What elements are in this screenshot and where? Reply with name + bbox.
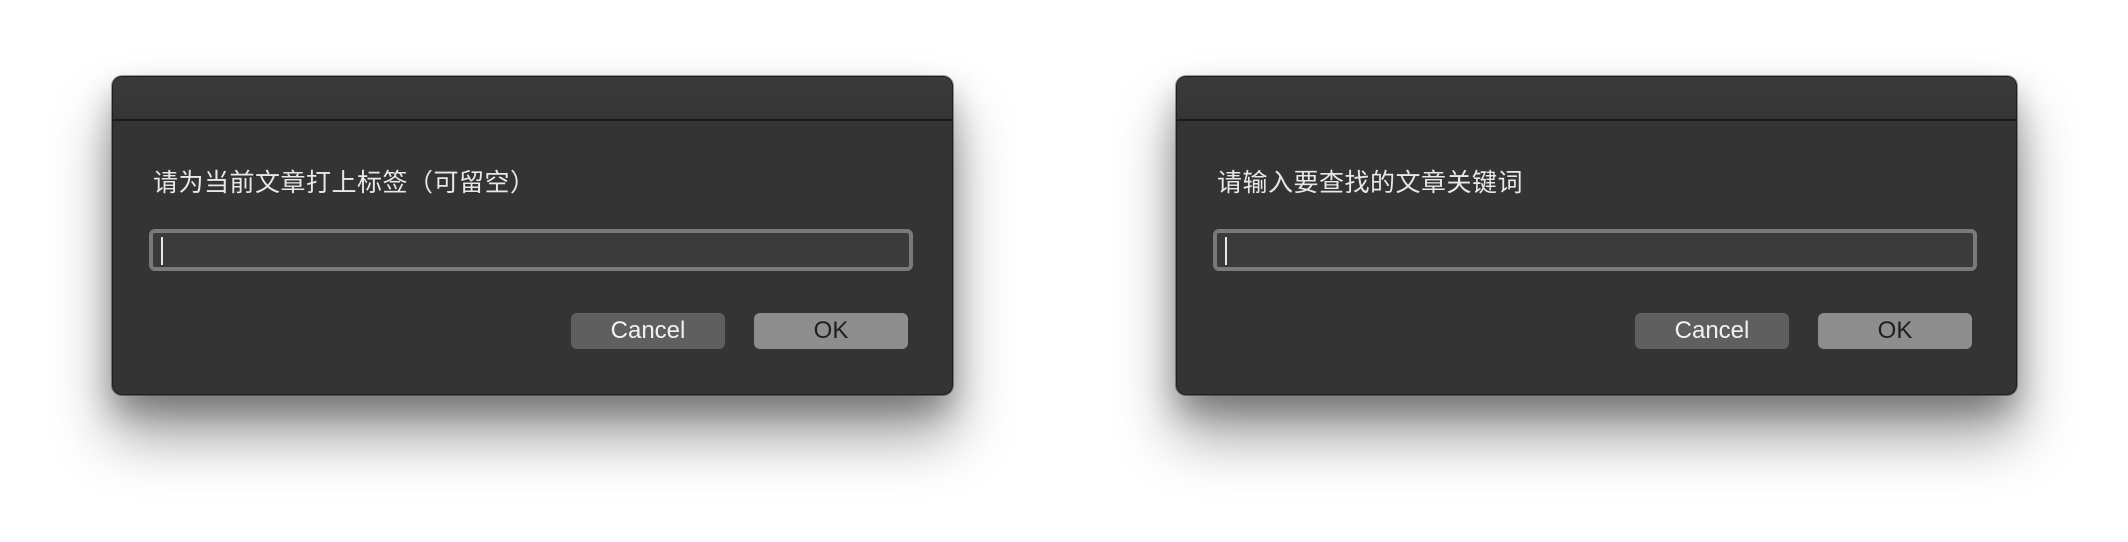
dialog-prompt: 请输入要查找的文章关键词 [1217,169,1524,197]
ok-button[interactable]: OK [1818,313,1972,349]
cancel-button[interactable]: Cancel [1635,313,1789,349]
dialog-titlebar[interactable] [113,77,952,121]
tag-input[interactable] [149,229,913,271]
keyword-input[interactable] [1213,229,1977,271]
tag-input-dialog: 请为当前文章打上标签（可留空） Cancel OK [112,76,953,395]
dialog-prompt: 请为当前文章打上标签（可留空） [153,169,536,197]
screenshot-stage: 请为当前文章打上标签（可留空） Cancel OK 请输入要查找的文章关键词 C… [0,0,2128,542]
dialog-titlebar[interactable] [1177,77,2016,121]
search-keyword-dialog: 请输入要查找的文章关键词 Cancel OK [1176,76,2017,395]
text-caret [161,237,163,265]
cancel-button[interactable]: Cancel [571,313,725,349]
text-caret [1225,237,1227,265]
ok-button[interactable]: OK [754,313,908,349]
